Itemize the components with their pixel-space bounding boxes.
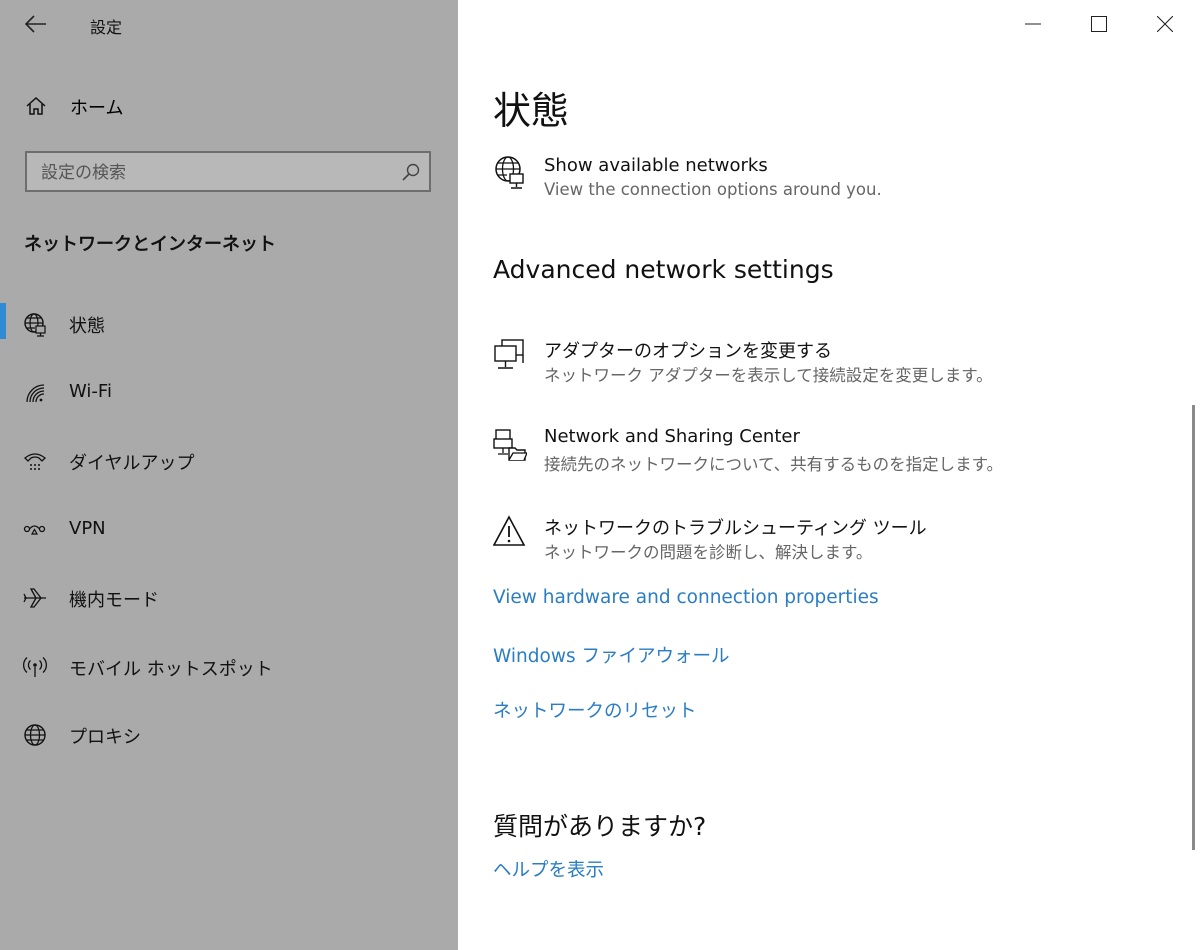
close-button[interactable] (1132, 0, 1198, 48)
item-title: アダプターのオプションを変更する (544, 341, 832, 362)
search-icon[interactable] (401, 162, 421, 182)
sidebar-item-proxy[interactable]: プロキシ (0, 711, 458, 757)
sidebar-item-label: ホーム (70, 98, 124, 119)
section-title: ネットワークとインターネット (24, 234, 276, 255)
search-input[interactable] (27, 153, 403, 192)
window-title: 設定 (90, 18, 123, 37)
link-windows-firewall[interactable]: Windows ファイアウォール (493, 642, 729, 668)
sidebar-item-label: 機内モード (69, 590, 159, 611)
sidebar-item-vpn[interactable]: VPN (0, 506, 458, 552)
item-subtitle: View the connection options around you. (544, 180, 882, 199)
page-title: 状態 (493, 89, 570, 133)
item-title: Show available networks (544, 155, 768, 176)
home-icon (26, 96, 46, 115)
back-button[interactable] (18, 6, 54, 42)
hotspot-icon (23, 657, 47, 677)
maximize-button[interactable] (1066, 0, 1132, 48)
sidebar-item-label: モバイル ホットスポット (69, 659, 273, 680)
link-show-help[interactable]: ヘルプを表示 (493, 856, 604, 882)
link-hardware-properties[interactable]: View hardware and connection properties (493, 587, 879, 608)
minimize-icon (1025, 23, 1041, 25)
sidebar-item-label: 状態 (69, 316, 105, 337)
sidebar-item-wifi[interactable]: Wi-Fi (0, 369, 458, 415)
item-subtitle: 接続先のネットワークについて、共有するものを指定します。 (544, 455, 1004, 474)
show-available-networks[interactable]: Show available networks View the connect… (493, 155, 1173, 205)
item-title: Network and Sharing Center (544, 426, 800, 447)
item-subtitle: ネットワークの問題を診断し、解決します。 (544, 543, 873, 562)
airplane-icon (23, 588, 46, 608)
globe-icon (24, 724, 46, 746)
sidebar-item-label: VPN (69, 518, 106, 539)
advanced-heading: Advanced network settings (493, 255, 834, 284)
scrollbar-thumb[interactable] (1192, 405, 1195, 850)
vpn-icon (23, 525, 46, 535)
network-troubleshooter[interactable]: ネットワークのトラブルシューティング ツール ネットワークの問題を診断し、解決し… (493, 514, 1173, 564)
dialup-icon (24, 453, 46, 470)
sidebar-item-label: プロキシ (69, 727, 141, 748)
close-icon (1157, 16, 1173, 32)
wifi-icon (26, 384, 45, 403)
warning-icon (493, 515, 526, 546)
sidebar-item-label: Wi-Fi (69, 381, 112, 402)
maximize-icon (1091, 16, 1107, 32)
adapter-icon (494, 339, 524, 369)
change-adapter-options[interactable]: アダプターのオプションを変更する ネットワーク アダプターを表示して接続設定を変… (493, 337, 1173, 387)
link-network-reset[interactable]: ネットワークのリセット (493, 697, 697, 723)
item-title: ネットワークのトラブルシューティング ツール (544, 518, 927, 539)
sidebar-item-hotspot[interactable]: モバイル ホットスポット (0, 643, 458, 689)
status-globe-icon (24, 313, 46, 337)
network-globe-icon (495, 156, 524, 189)
help-heading: 質問がありますか? (493, 812, 707, 841)
sidebar-item-dialup[interactable]: ダイヤルアップ (0, 437, 458, 483)
sidebar-item-status[interactable]: 状態 (0, 300, 458, 346)
item-subtitle: ネットワーク アダプターを表示して接続設定を変更します。 (544, 366, 993, 385)
sidebar-item-label: ダイヤルアップ (69, 453, 195, 474)
back-arrow-icon (25, 15, 46, 33)
network-sharing-center[interactable]: Network and Sharing Center 接続先のネットワークについ… (493, 426, 1173, 476)
minimize-button[interactable] (1000, 0, 1066, 48)
search-box[interactable] (25, 151, 431, 192)
sidebar: 設定 ホーム ネットワークとインターネット 状態 Wi-Fi ダイヤルアップ V… (0, 0, 458, 950)
main-pane: 状態 Show available networks View the conn… (458, 0, 1200, 950)
sharing-center-icon (493, 429, 527, 461)
sidebar-item-airplane[interactable]: 機内モード (0, 574, 458, 620)
sidebar-item-home[interactable]: ホーム (0, 84, 458, 128)
